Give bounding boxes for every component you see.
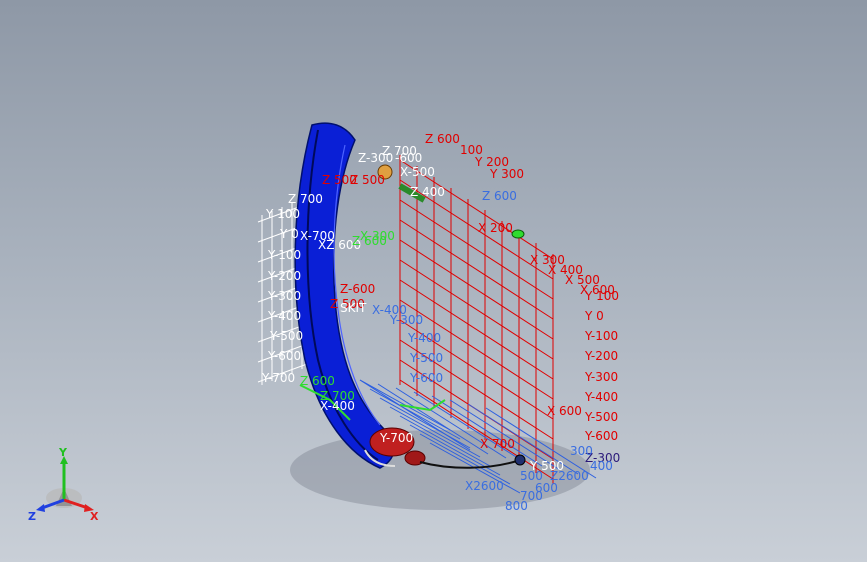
orientation-triad[interactable]: Y X Z bbox=[28, 448, 108, 528]
grid-label: 300 bbox=[570, 444, 593, 458]
red-grid-line bbox=[399, 219, 554, 320]
triad-y-label: Y bbox=[58, 448, 68, 459]
grid-label: Z 400 bbox=[410, 185, 445, 199]
grid-label: Z 600 bbox=[300, 374, 335, 388]
grid-label: Z-300 bbox=[358, 151, 393, 165]
grid-label: Y-200 bbox=[584, 349, 618, 363]
grid-label: 400 bbox=[590, 459, 613, 473]
grid-labels-right: Y 100Y 0Y-100Y-200Y-300Y-400Y-500Y-600Z-… bbox=[584, 289, 620, 465]
grid-label: Y-400 bbox=[407, 331, 441, 345]
grid-label: Y-100 bbox=[584, 329, 618, 343]
grid-label: Y-300 bbox=[389, 313, 423, 327]
grid-label: 800 bbox=[505, 499, 528, 513]
grid-label: X-400 bbox=[320, 399, 355, 413]
grid-label: Y-700 bbox=[261, 371, 295, 385]
grid-label: SKIT bbox=[340, 301, 367, 315]
grid-label: Y-500 bbox=[409, 351, 443, 365]
grid-label: Y 300 bbox=[489, 167, 524, 181]
grid-label: Z 600 bbox=[425, 132, 460, 146]
graphics-viewport[interactable]: Z 600 Z 700 100 Y 200 Y 300 Z-300 -600 Z 500 X-5… bbox=[0, 0, 867, 562]
grid-label: X-300 bbox=[360, 229, 395, 243]
grid-label: Y 0 bbox=[584, 309, 604, 323]
grid-label: Z 700 bbox=[288, 192, 323, 206]
triad-x-label: X bbox=[90, 510, 99, 523]
grid-label: -600 bbox=[395, 151, 422, 165]
grid-label: Y-300 bbox=[584, 370, 618, 384]
grid-label: X2600 bbox=[465, 479, 504, 493]
component-green-marker[interactable] bbox=[511, 229, 525, 239]
triad-z-label: Z bbox=[28, 510, 36, 523]
cad-scene[interactable]: Z 600Z 700 100Y 200Y 300Z-300 -600Z 500X-5… bbox=[0, 0, 867, 562]
grid-label: X-500 bbox=[400, 165, 435, 179]
grid-label: Y 0 bbox=[279, 227, 299, 241]
grid-label: Y-100 bbox=[267, 248, 301, 262]
grid-labels-top: Z 600Z 700 100Y 200Y 300Z-300 -600Z 500X-5… bbox=[350, 132, 615, 297]
grid-label: Y 100 bbox=[584, 289, 619, 303]
grid-label: Y-300 bbox=[267, 289, 301, 303]
grid-label: Y-400 bbox=[584, 390, 618, 404]
grid-label: Y-200 bbox=[267, 269, 301, 283]
grid-label: Y-600 bbox=[267, 349, 301, 363]
grid-label: Y-600 bbox=[584, 429, 618, 443]
grid-label: Z 600 bbox=[482, 189, 517, 203]
grid-label: Y 500 bbox=[529, 459, 564, 473]
grid-label: Y-700 bbox=[379, 431, 413, 445]
z-arrow-icon bbox=[36, 504, 45, 512]
red-grid-line bbox=[399, 199, 554, 300]
grid-label: Y 100 bbox=[265, 207, 300, 221]
grid-label: Y-600 bbox=[409, 371, 443, 385]
grid-label: Z-600 bbox=[340, 282, 375, 296]
grid-label: X 600 bbox=[547, 404, 582, 418]
grid-label: X 200 bbox=[478, 221, 513, 235]
grid-label: Z 500 bbox=[322, 173, 357, 187]
grid-label: Y-500 bbox=[584, 410, 618, 424]
grid-label: Y-400 bbox=[267, 309, 301, 323]
grid-label: Y-500 bbox=[269, 329, 303, 343]
grid-label: X 700 bbox=[480, 437, 515, 451]
